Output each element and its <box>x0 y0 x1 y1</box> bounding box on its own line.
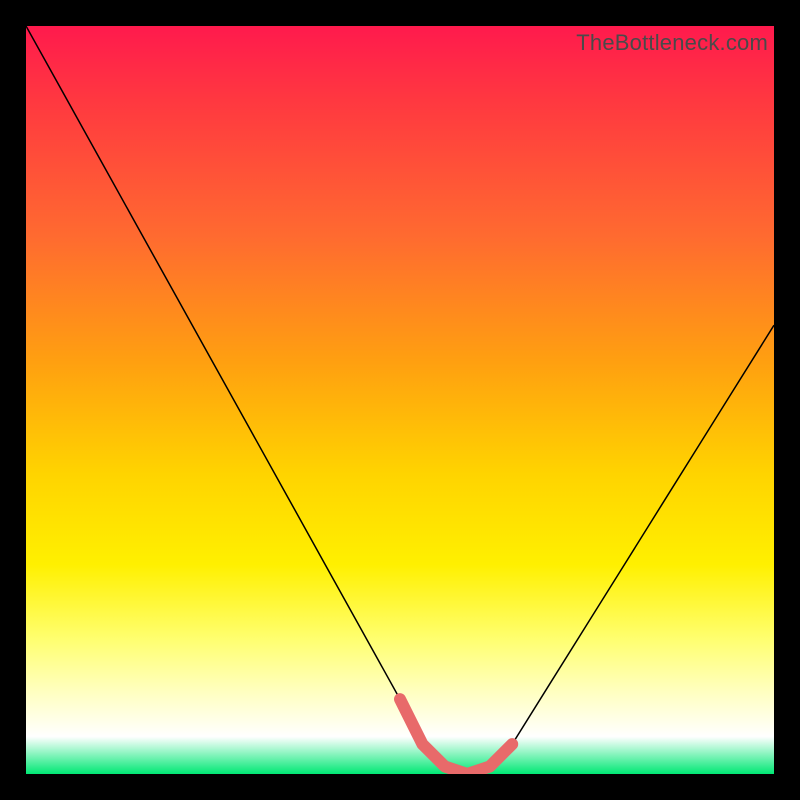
bottleneck-curve <box>26 26 774 774</box>
optimal-range-marker <box>400 699 512 774</box>
curve-layer <box>26 26 774 774</box>
chart-frame: TheBottleneck.com <box>0 0 800 800</box>
plot-area: TheBottleneck.com <box>26 26 774 774</box>
